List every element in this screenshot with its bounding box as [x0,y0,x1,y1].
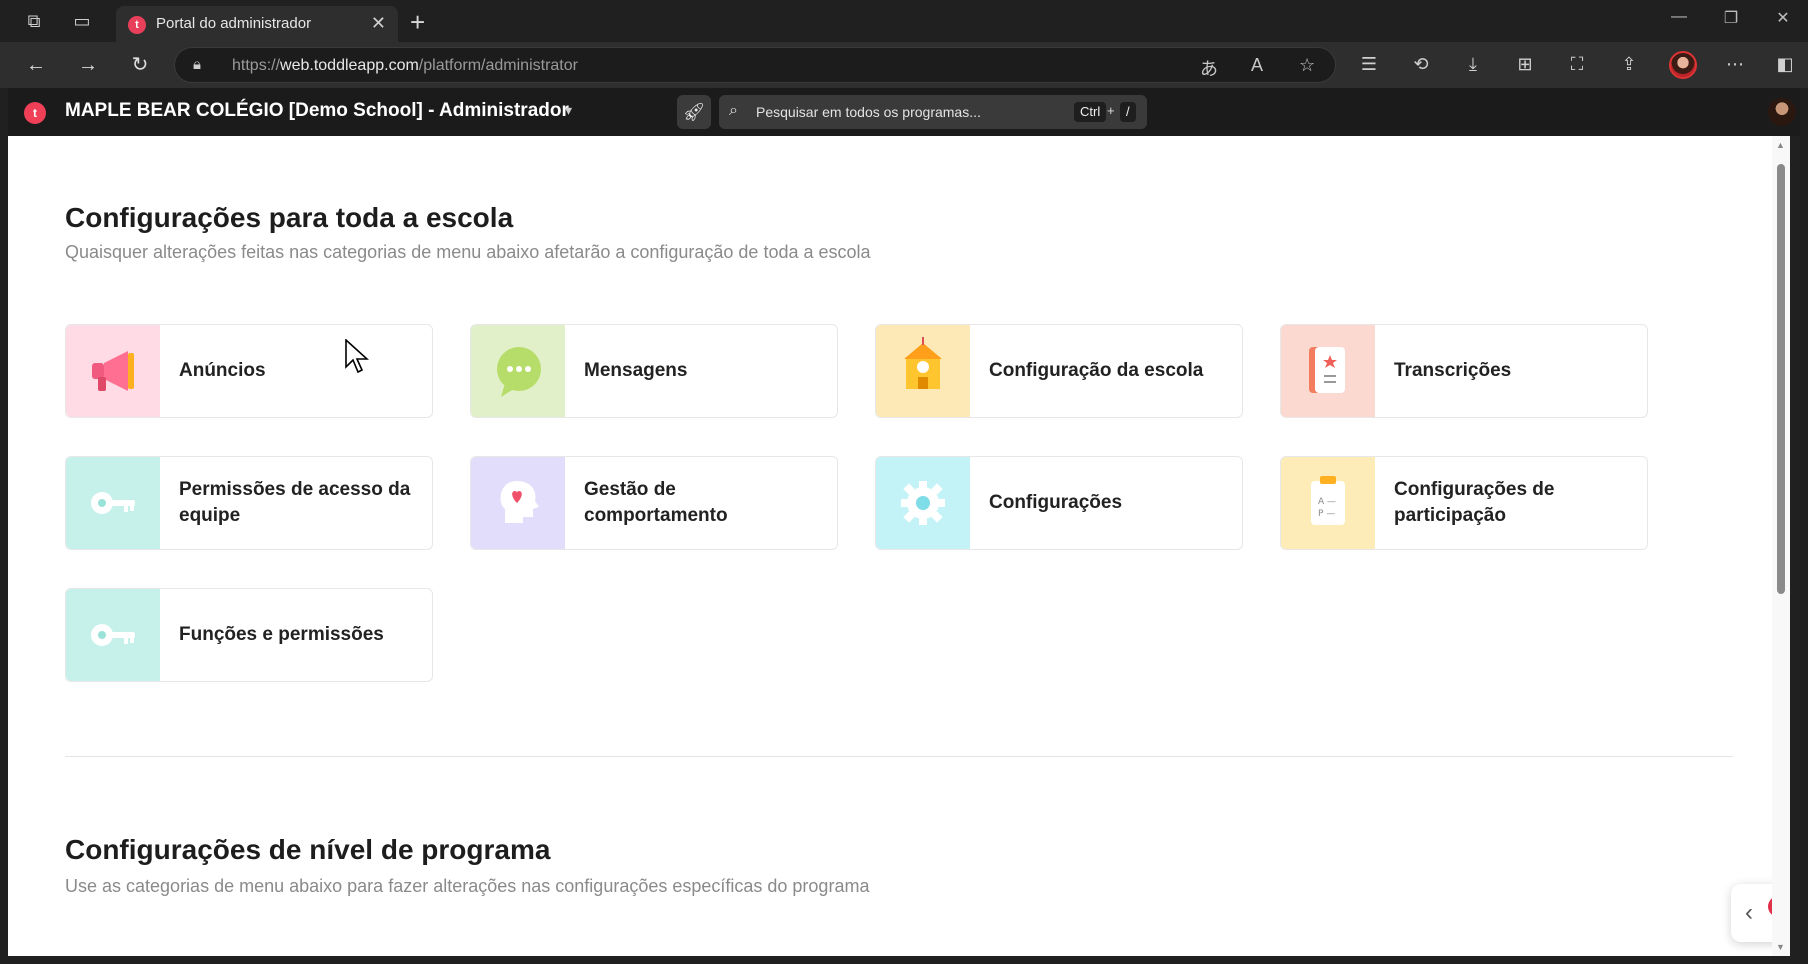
user-avatar[interactable] [1768,98,1796,126]
url-text[interactable]: https://web.toddleapp.com/platform/admin… [232,57,578,75]
downloads-icon[interactable]: ⤓ [1460,54,1486,75]
back-icon[interactable]: ← [22,52,50,78]
chat-bubble-icon [471,325,565,417]
search-icon: ⌕ [729,102,738,119]
card-anuncios[interactable]: Anúncios [65,324,433,418]
favorites-icon[interactable]: ☰ [1356,54,1382,75]
search-placeholder: Pesquisar em todos os programas... [756,104,981,120]
gear-icon [876,457,970,549]
card-label: Transcrições [1394,360,1512,381]
card-configuracoes-participacao[interactable]: A — P — Configurações de participação [1280,456,1648,550]
notebook-icon [1281,325,1375,417]
card-label: Mensagens [584,360,688,381]
address-bar[interactable]: 🔒︎ https://web.toddleapp.com/platform/ad… [174,47,1336,83]
card-label: Permissões de acesso da equipe [179,479,411,526]
shortcut-plus: + [1107,103,1115,118]
window-close-icon[interactable]: ✕ [1768,8,1798,28]
browser-tab-active[interactable]: t Portal do administrador ✕ [116,6,398,42]
toddle-logo-icon[interactable]: t [24,102,46,124]
browser-tab-bar: ⧉ ▭ t Portal do administrador ✕ + — ❐ ✕ [0,0,1808,42]
program-settings-subtitle: Use as categorias de menu abaixo para fa… [65,876,870,896]
school-building-icon [876,325,970,417]
scrollbar-thumb[interactable] [1777,164,1785,594]
page-scrollbar[interactable]: ▲ ▼ [1772,136,1790,956]
restore-icon[interactable]: ❐ [1716,8,1746,28]
minimize-icon[interactable]: — [1664,8,1694,26]
chevron-left-icon: ‹ [1745,899,1753,926]
chevron-down-icon[interactable]: ▾ [565,102,572,119]
card-label: Configuração da escola [989,360,1204,381]
card-label: Funções e permissões [179,624,384,645]
tab-actions-icon[interactable]: ▭ [70,9,94,33]
more-options-icon[interactable]: ⋯ [1722,54,1748,75]
card-transcricoes[interactable]: Transcrições [1280,324,1648,418]
extensions-icon[interactable]: ⊞ [1512,54,1538,75]
card-permissoes-acesso-equipe[interactable]: Permissões de acesso da equipe [65,456,433,550]
browser-profile-avatar[interactable] [1669,51,1697,79]
section-divider [65,756,1733,757]
main-content: Configurações para toda a escola Quaisqu… [8,136,1790,956]
read-aloud-icon[interactable]: A [1251,55,1263,76]
lock-icon[interactable]: 🔒︎ [193,56,201,73]
card-label: Anúncios [179,360,266,381]
global-search-input[interactable]: ⌕ Pesquisar em todos os programas... Ctr… [719,95,1147,129]
school-settings-title: Configurações para toda a escola [65,202,514,233]
translate-icon[interactable]: あ [1200,55,1218,81]
scroll-down-icon[interactable]: ▼ [1776,942,1785,952]
favorite-star-icon[interactable]: ☆ [1299,55,1315,76]
history-icon[interactable]: ⟲ [1408,54,1434,75]
school-settings-subtitle: Quaisquer alterações feitas nas categori… [65,242,871,262]
card-funcoes-permissoes[interactable]: Funções e permissões [65,588,433,682]
scroll-up-icon[interactable]: ▲ [1776,140,1785,150]
tab-title: Portal do administrador [156,15,312,32]
card-configuracoes[interactable]: Configurações [875,456,1243,550]
shortcut-slash-key: / [1120,102,1136,122]
svg-text:P —: P — [1318,509,1335,519]
megaphone-icon [66,325,160,417]
refresh-icon[interactable]: ↻ [126,52,154,78]
app-header: t MAPLE BEAR COLÉGIO [Demo School] - Adm… [8,88,1800,136]
new-tab-icon[interactable]: + [410,7,425,38]
screenshot-icon[interactable]: ⛶ [1564,54,1590,75]
card-label: Configurações [989,492,1123,513]
close-tab-icon[interactable]: ✕ [371,13,386,34]
card-gestao-comportamento[interactable]: Gestão de comportamento [470,456,838,550]
share-icon[interactable]: ⇪ [1616,54,1642,75]
school-switcher[interactable]: MAPLE BEAR COLÉGIO [Demo School] - Admin… [65,100,569,122]
program-settings-title: Configurações de nível de programa [65,834,551,865]
key-icon [66,589,160,681]
svg-text:A —: A — [1318,497,1336,507]
workspaces-icon[interactable]: ⧉ [22,9,46,33]
head-heart-icon [471,457,565,549]
card-mensagens[interactable]: Mensagens [470,324,838,418]
card-configuracao-da-escola[interactable]: Configuração da escola [875,324,1243,418]
mouse-cursor-icon [345,339,369,374]
sidebar-toggle-icon[interactable]: ◧ [1772,54,1798,75]
card-label: Configurações de participação [1394,479,1555,526]
rocket-icon[interactable]: 🚀︎ [677,95,711,129]
card-label: Gestão de comportamento [584,479,728,526]
clipboard-icon: A — P — [1281,457,1375,549]
browser-toolbar: ← → ↻ 🔒︎ https://web.toddleapp.com/platf… [0,42,1808,88]
shortcut-ctrl-key: Ctrl [1074,102,1107,122]
forward-icon[interactable]: → [74,52,102,78]
toddle-favicon-icon: t [128,16,146,34]
key-icon [66,457,160,549]
